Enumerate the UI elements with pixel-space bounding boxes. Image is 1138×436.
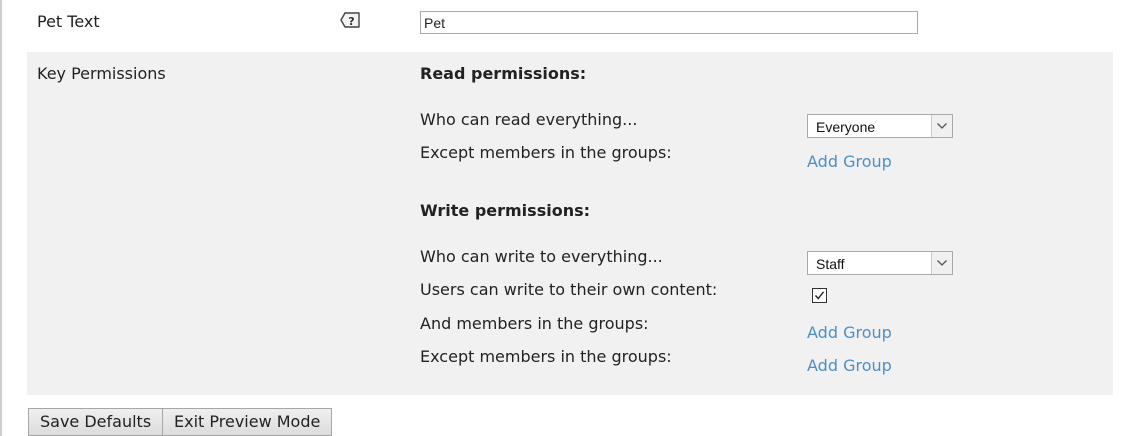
write-own-label: Users can write to their own content: (420, 280, 718, 299)
write-and-add-group-link[interactable]: Add Group (807, 323, 892, 342)
save-defaults-button[interactable]: Save Defaults (28, 408, 164, 436)
read-who-label: Who can read everything... (420, 110, 638, 129)
write-and-label: And members in the groups: (420, 314, 649, 333)
write-own-checkbox[interactable] (812, 288, 827, 303)
write-who-select-value: Staff (816, 256, 845, 272)
pet-text-input[interactable] (420, 11, 918, 34)
svg-text:?: ? (348, 15, 354, 28)
key-permissions-label: Key Permissions (37, 64, 166, 83)
chevron-down-icon[interactable] (931, 252, 952, 274)
key-permissions-row (27, 52, 1113, 395)
pet-text-label: Pet Text (37, 12, 100, 31)
write-except-label: Except members in the groups: (420, 347, 672, 366)
write-permissions-heading: Write permissions: (420, 201, 590, 220)
chevron-down-icon[interactable] (931, 115, 952, 137)
read-except-add-group-link[interactable]: Add Group (807, 152, 892, 171)
help-bubble-icon[interactable]: ? (340, 11, 362, 31)
read-who-select[interactable]: Everyone (807, 114, 953, 138)
read-except-label: Except members in the groups: (420, 143, 672, 162)
settings-panel: Pet Text ? Key Permissions Read permissi… (0, 0, 1138, 436)
read-permissions-heading: Read permissions: (420, 64, 587, 83)
write-who-label: Who can write to everything... (420, 247, 663, 266)
write-who-select[interactable]: Staff (807, 251, 953, 275)
read-who-select-value: Everyone (816, 119, 876, 135)
exit-preview-mode-button[interactable]: Exit Preview Mode (162, 408, 333, 436)
write-except-add-group-link[interactable]: Add Group (807, 356, 892, 375)
panel-left-border (0, 0, 2, 436)
checkmark-icon (814, 291, 825, 300)
